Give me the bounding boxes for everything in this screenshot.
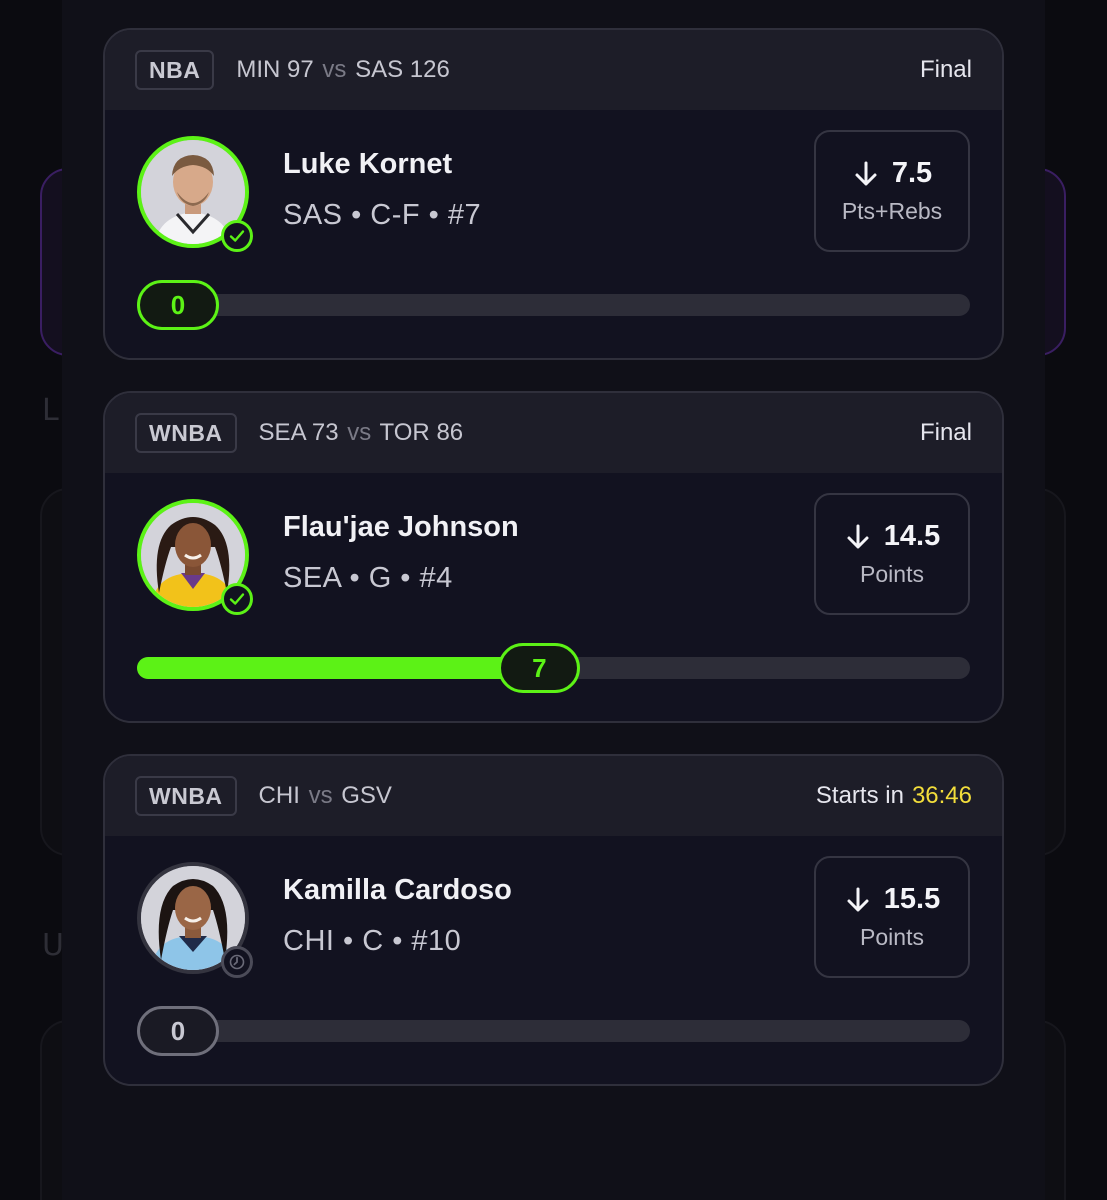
progress-track: 7 [137, 643, 970, 693]
pick-card[interactable]: WNBA SEA 73 vs TOR 86 Final Flau'jae Joh… [103, 391, 1004, 723]
prop-line[interactable]: 15.5 Points [814, 856, 970, 978]
background-section-initial: U [42, 928, 64, 963]
game-header: NBA MIN 97 vs SAS 126 Final [105, 30, 1002, 110]
pick-card[interactable]: WNBA CHI vs GSV Starts in 36:46 Kamilla … [103, 754, 1004, 1086]
league-badge: WNBA [135, 413, 237, 453]
game-status: Final [920, 30, 972, 110]
pick-card[interactable]: NBA MIN 97 vs SAS 126 Final Luke Kornet … [103, 28, 1004, 360]
game-status: Final [920, 393, 972, 473]
league-badge: WNBA [135, 776, 237, 816]
game-header: WNBA CHI vs GSV Starts in 36:46 [105, 756, 1002, 836]
picks-sheet[interactable]: NBA MIN 97 vs SAS 126 Final Luke Kornet … [62, 0, 1045, 1200]
line-value: 15.5 [883, 883, 941, 915]
game-matchup: CHI vs GSV [259, 782, 392, 810]
prop-line[interactable]: 14.5 Points [814, 493, 970, 615]
arrow-down-icon [855, 161, 877, 185]
arrow-down-icon [847, 887, 869, 911]
vs-label: vs [322, 56, 347, 83]
progress-value-pill: 0 [137, 280, 219, 330]
line-value: 14.5 [883, 520, 941, 552]
player-meta: SAS • C-F • #7 [283, 199, 482, 231]
pick-body: Flau'jae Johnson SEA • G • #4 14.5 Point… [105, 473, 1002, 721]
clock-icon [221, 946, 253, 978]
progress-fill [137, 657, 540, 679]
team-home: GSV [341, 782, 392, 809]
player-name[interactable]: Kamilla Cardoso [283, 874, 512, 907]
vs-label: vs [308, 782, 333, 809]
score-away: 73 [311, 419, 339, 446]
line-value: 7.5 [891, 157, 933, 189]
player-meta: CHI • C • #10 [283, 925, 462, 957]
score-home: 126 [409, 56, 450, 83]
pick-body: Luke Kornet SAS • C-F • #7 7.5 Pts+Rebs … [105, 110, 1002, 358]
countdown-timer: 36:46 [911, 782, 972, 809]
game-status-label: Final [919, 56, 972, 83]
progress-value-pill: 7 [498, 643, 581, 693]
game-status-label: Starts in [815, 782, 904, 809]
progress-track: 0 [137, 1006, 970, 1056]
player-name[interactable]: Flau'jae Johnson [283, 511, 519, 544]
check-icon [221, 220, 253, 252]
progress-track: 0 [137, 280, 970, 330]
line-stat: Pts+Rebs [841, 198, 943, 224]
game-matchup: SEA 73 vs TOR 86 [259, 419, 464, 447]
prop-line[interactable]: 7.5 Pts+Rebs [814, 130, 970, 252]
app-screen: L U NBA MIN 97 vs SAS 126 Final Luke Kor… [0, 0, 1107, 1200]
team-away: SEA [258, 419, 306, 446]
league-badge: NBA [135, 50, 215, 90]
vs-label: vs [347, 419, 372, 446]
team-home: SAS [355, 56, 404, 83]
score-away: 97 [287, 56, 314, 83]
line-stat: Points [860, 924, 924, 950]
progress-value-pill: 0 [137, 1006, 219, 1056]
game-status-label: Final [919, 419, 972, 446]
check-icon [221, 583, 253, 615]
game-status: Starts in 36:46 [816, 756, 972, 836]
game-matchup: MIN 97 vs SAS 126 [236, 56, 449, 84]
team-away: MIN [236, 56, 281, 83]
background-section-initial: L [42, 393, 59, 428]
pick-body: Kamilla Cardoso CHI • C • #10 15.5 Point… [105, 836, 1002, 1084]
score-home: 86 [436, 419, 464, 446]
team-away: CHI [258, 782, 300, 809]
team-home: TOR [379, 419, 430, 446]
player-meta: SEA • G • #4 [283, 562, 453, 594]
line-stat: Points [860, 561, 924, 587]
arrow-down-icon [847, 524, 869, 548]
game-header: WNBA SEA 73 vs TOR 86 Final [105, 393, 1002, 473]
player-name[interactable]: Luke Kornet [283, 148, 452, 181]
